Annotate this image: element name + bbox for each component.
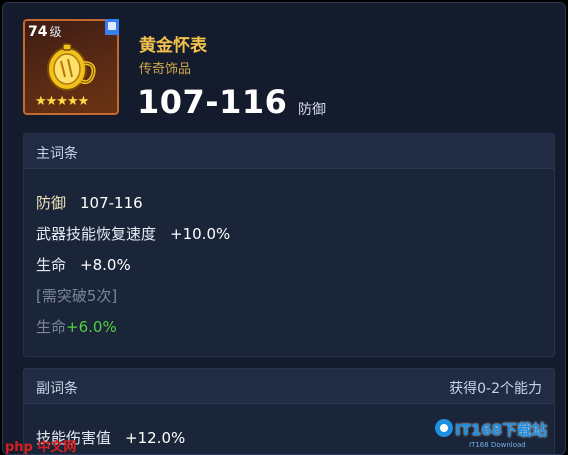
- affix-value: +8.0%: [80, 256, 131, 274]
- item-tooltip-panel: 74 级 ★★★★★ 黄金怀表 传奇饰品 107-116 防御 主词条 防御 107…: [2, 2, 566, 455]
- affix-value: +10.0%: [170, 225, 231, 243]
- bookmark-icon[interactable]: [105, 19, 119, 35]
- main-affix-section: 主词条 防御 107-116 武器技能恢复速度 +10.0% 生命 +8.0% [需突…: [23, 133, 555, 357]
- affix-row-skill-recovery: 武器技能恢复速度 +10.0%: [36, 223, 230, 244]
- it168-logo-icon: [435, 419, 453, 437]
- requirement-label: [需突破5次]: [36, 287, 118, 305]
- affix-label: 生命: [36, 318, 67, 336]
- divider: [24, 403, 554, 404]
- rarity-stars: ★★★★★: [35, 94, 89, 109]
- divider: [24, 168, 554, 169]
- affix-row-defense: 防御 107-116: [36, 192, 143, 213]
- affix-row-locked-hp: 生命+6.0%: [36, 316, 117, 337]
- affix-value: +12.0%: [125, 429, 186, 447]
- sub-affix-header: 副词条 获得0-2个能力: [24, 369, 554, 403]
- main-stat-unit: 防御: [298, 102, 326, 118]
- sub-affix-title: 副词条: [36, 381, 78, 397]
- main-affix-title: 主词条: [36, 146, 78, 162]
- affix-label: 防御: [36, 194, 67, 212]
- affix-value: 107-116: [80, 194, 143, 212]
- item-name: 黄金怀表: [139, 36, 207, 56]
- affix-row-hp: 生命 +8.0%: [36, 254, 131, 275]
- item-icon-frame: 74 级 ★★★★★: [23, 19, 119, 115]
- main-stat-value: 107-116: [137, 83, 288, 121]
- main-affix-header: 主词条: [24, 134, 554, 168]
- breakthrough-requirement: [需突破5次]: [36, 285, 117, 306]
- affix-label: 武器技能恢复速度: [36, 225, 157, 243]
- affix-bonus-value: +6.0%: [66, 318, 117, 336]
- item-rarity: 传奇饰品: [139, 62, 192, 77]
- item-level: 74 级: [28, 23, 62, 40]
- item-level-number: 74: [28, 24, 48, 40]
- php-watermark: php 中文网: [5, 440, 77, 455]
- pocket-watch-icon: [47, 43, 96, 91]
- it168-watermark: IT168下载站 IT168 Download: [433, 417, 565, 454]
- it168-watermark-subtext: IT168 Download: [469, 441, 526, 449]
- affix-label: 生命: [36, 256, 67, 274]
- item-level-unit: 级: [49, 25, 62, 39]
- sub-affix-range: 获得0-2个能力: [449, 381, 542, 397]
- it168-watermark-text: IT168下载站: [455, 421, 548, 439]
